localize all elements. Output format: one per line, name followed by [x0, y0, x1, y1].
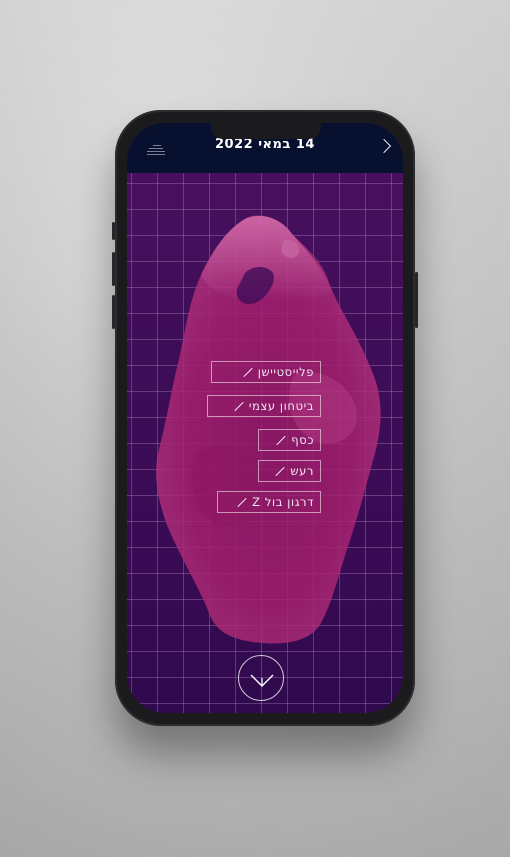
chevron-right-icon[interactable]: [376, 138, 392, 154]
slash-icon: [234, 401, 244, 411]
menu-item-noise[interactable]: רעש: [258, 460, 321, 482]
menu-item-self-confidence[interactable]: ביטחון עצמי: [207, 395, 321, 417]
menu-item-money[interactable]: כסף: [258, 429, 321, 451]
slash-icon: [243, 367, 253, 377]
menu-item-dragon-ball-z[interactable]: דרגון בול Z: [217, 491, 321, 513]
silent-switch: [112, 222, 115, 240]
menu-item-label: כסף: [291, 433, 314, 447]
menu-item-label: דרגון בול Z: [252, 495, 314, 509]
camera-notch: [211, 123, 321, 139]
volume-down-button: [112, 295, 115, 329]
slash-icon: [276, 435, 286, 445]
scroll-down-button[interactable]: [238, 655, 284, 701]
app-screen: 14 במאי 2022 פלייסטיישן ביטחון עצמי כסף …: [127, 123, 403, 713]
chevron-down-circle-icon: [250, 674, 274, 687]
menu-item-label: רעש: [290, 464, 314, 478]
slash-icon: [237, 497, 247, 507]
logo-mark-icon[interactable]: [145, 137, 167, 159]
heart-artwork: [156, 215, 381, 644]
slash-icon: [275, 466, 285, 476]
power-button: [415, 272, 418, 328]
menu-item-label: ביטחון עצמי: [248, 399, 314, 413]
volume-up-button: [112, 252, 115, 286]
menu-item-label: פלייסטיישן: [257, 365, 314, 379]
menu-item-playstation[interactable]: פלייסטיישן: [211, 361, 321, 383]
page-title: 14 במאי 2022: [215, 137, 315, 152]
